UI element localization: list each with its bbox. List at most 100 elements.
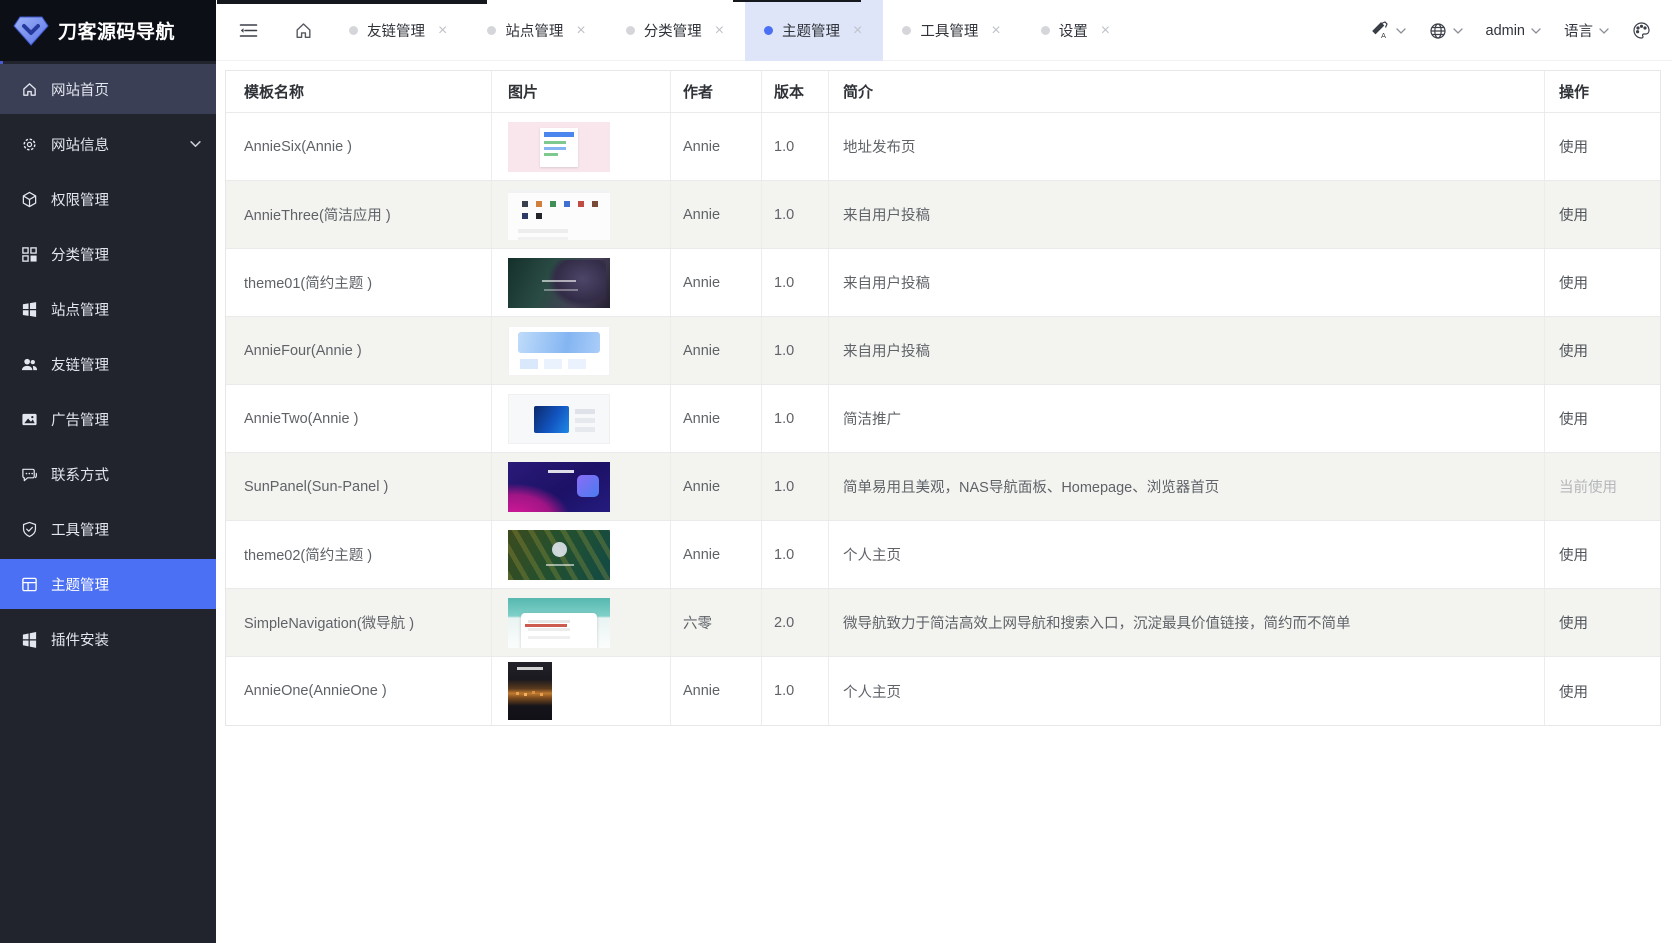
template-image-cell [492,181,671,248]
close-icon[interactable]: × [574,22,587,40]
sidebar-item-ads[interactable]: 广告管理 [0,394,216,444]
template-desc: 个人主页 [829,521,1545,588]
template-image-cell [492,385,671,452]
sidebar-item-sites[interactable]: 站点管理 [0,284,216,334]
table-row: AnnieSix(Annie ) Annie 1.0 地址发布页 使用 [226,113,1660,181]
template-thumbnail [508,258,610,308]
sidebar-item-tools[interactable]: 工具管理 [0,504,216,554]
template-version: 1.0 [762,521,829,588]
template-image-cell [492,317,671,384]
tab-themes[interactable]: 主题管理 × [745,0,883,61]
table-header-row: 模板名称 图片 作者 版本 简介 操作 [226,71,1660,113]
language-dropdown[interactable]: 语言 [1559,20,1614,41]
sidebar-item-friend-links[interactable]: 友链管理 [0,339,216,389]
window-artifact [217,0,487,4]
chevron-down-icon [1453,28,1463,34]
close-icon[interactable]: × [713,22,726,40]
template-desc: 简洁推广 [829,385,1545,452]
network-dropdown[interactable] [1424,22,1468,40]
use-theme-button[interactable]: 使用 [1559,136,1588,157]
column-header-name: 模板名称 [226,71,492,112]
skin-switch-dropdown[interactable]: A [1366,21,1411,40]
template-name: AnnieTwo(Annie ) [226,385,492,452]
users-icon [21,356,38,373]
sidebar-item-categories[interactable]: 分类管理 [0,229,216,279]
user-dropdown[interactable]: admin [1481,23,1547,39]
column-header-action: 操作 [1545,71,1660,112]
template-image-cell [492,521,671,588]
template-desc: 个人主页 [829,657,1545,725]
template-name: AnnieOne(AnnieOne ) [226,657,492,725]
chevron-down-icon [190,141,201,148]
column-header-version: 版本 [762,71,829,112]
page-tabs: 友链管理 × 站点管理 × 分类管理 × 主题管理 × [330,0,1131,61]
tab-dot [1041,26,1050,35]
sidebar-item-plugins[interactable]: 插件安装 [0,614,216,664]
sidebar-item-site-home[interactable]: 网站首页 [0,64,216,114]
table-row: AnnieThree(简洁应用 ) Annie 1.0 来自用户投稿 使用 [226,181,1660,249]
sidebar-item-label: 工具管理 [51,519,109,540]
column-header-author: 作者 [671,71,762,112]
brand-area: 刀客源码导航 [0,0,216,61]
sidebar-item-label: 网站信息 [51,134,109,155]
home-button[interactable] [290,0,316,61]
tab-categories[interactable]: 分类管理 × [607,0,745,61]
template-desc: 来自用户投稿 [829,317,1545,384]
use-theme-button[interactable]: 使用 [1559,340,1588,361]
tab-settings[interactable]: 设置 × [1022,0,1131,61]
template-author: Annie [671,521,762,588]
tab-tools[interactable]: 工具管理 × [883,0,1021,61]
layout-icon [21,576,38,593]
use-theme-button[interactable]: 使用 [1559,544,1588,565]
table-row: theme02(简约主题 ) Annie 1.0 个人主页 使用 [226,521,1660,589]
sidebar-item-label: 联系方式 [51,464,109,485]
sidebar-item-contact[interactable]: 联系方式 [0,449,216,499]
themes-table: 模板名称 图片 作者 版本 简介 操作 AnnieSix(Annie ) Ann… [225,70,1661,726]
tab-label: 友链管理 [367,20,425,41]
use-theme-button[interactable]: 使用 [1559,272,1588,293]
use-theme-button[interactable]: 使用 [1559,681,1588,702]
template-image-cell [492,453,671,520]
close-icon[interactable]: × [989,22,1002,40]
tab-dot [349,26,358,35]
tab-sites[interactable]: 站点管理 × [468,0,606,61]
admin-screen: 刀客源码导航 网站首页 网站信息 权限管理 分类管理 [0,0,1672,943]
close-icon[interactable]: × [851,22,864,40]
column-header-image: 图片 [492,71,671,112]
home-icon [21,81,38,98]
sidebar-item-permissions[interactable]: 权限管理 [0,174,216,224]
theme-palette-button[interactable] [1627,21,1656,40]
template-author: Annie [671,113,762,180]
sidebar-item-site-info[interactable]: 网站信息 [0,119,216,169]
contact-icon [21,466,38,483]
close-icon[interactable]: × [436,22,449,40]
template-version: 2.0 [762,589,829,656]
sidebar-item-themes[interactable]: 主题管理 [0,559,216,609]
skin-brush-icon: A [1371,21,1390,40]
use-theme-button[interactable]: 使用 [1559,204,1588,225]
tab-label: 工具管理 [920,20,978,41]
close-icon[interactable]: × [1099,22,1112,40]
template-thumbnail [508,326,610,376]
template-version: 1.0 [762,249,829,316]
collapse-sidebar-button[interactable] [236,0,260,61]
template-author: Annie [671,181,762,248]
tab-friend-links[interactable]: 友链管理 × [330,0,468,61]
use-theme-button[interactable]: 使用 [1559,612,1588,633]
template-name: SunPanel(Sun-Panel ) [226,453,492,520]
table-row: AnnieTwo(Annie ) Annie 1.0 简洁推广 使用 [226,385,1660,453]
template-thumbnail [508,190,610,240]
template-thumbnail [508,394,610,444]
template-version: 1.0 [762,113,829,180]
template-image-cell [492,589,671,656]
use-theme-button[interactable]: 使用 [1559,408,1588,429]
sidebar-item-label: 友链管理 [51,354,109,375]
template-author: Annie [671,385,762,452]
template-author: Annie [671,249,762,316]
sidebar-item-label: 权限管理 [51,189,109,210]
top-header: 友链管理 × 站点管理 × 分类管理 × 主题管理 × [216,0,1672,61]
home-icon [294,21,313,40]
image-icon [21,411,38,428]
header-right-cluster: A admin 语言 [1366,0,1657,61]
grid-icon [21,246,38,263]
